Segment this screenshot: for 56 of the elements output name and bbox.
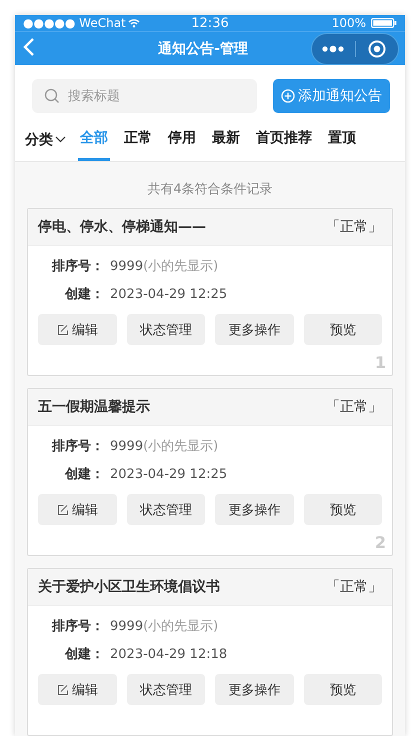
created-time: 2023-04-29 12:18 [110, 646, 228, 662]
action-button[interactable]: 编辑 [38, 674, 116, 705]
field-label: 排序号： [50, 438, 105, 455]
action-button[interactable]: 编辑 [38, 494, 116, 525]
notice-title[interactable]: 停电、停水、停梯通知—— [38, 218, 206, 236]
notice-title[interactable]: 五一假期温馨提示 [38, 398, 150, 416]
sort-value: 9999 [110, 438, 144, 454]
sort-value: 9999 [110, 618, 144, 634]
action-button[interactable]: 状态管理 [126, 494, 205, 525]
battery-percent: 100% [332, 16, 366, 30]
edit-icon [56, 324, 69, 336]
action-button[interactable]: 状态管理 [126, 674, 205, 705]
more-icon[interactable] [322, 44, 344, 53]
clock-time: 12:36 [191, 16, 229, 31]
edit-icon [56, 504, 69, 516]
filter-tab[interactable]: 最新 [210, 118, 242, 161]
field-label: 创建： [64, 466, 105, 483]
carrier-label: ●●●●● WeChat [23, 16, 126, 30]
action-button[interactable]: 预览 [304, 674, 382, 705]
filter-tab[interactable]: 置顶 [326, 118, 358, 161]
record-count: 共有4条符合条件记录 [147, 182, 273, 197]
field-label: 创建： [64, 646, 105, 663]
battery-icon [371, 18, 398, 28]
page-title: 通知公告-管理 [158, 40, 248, 57]
status-label: 「正常」 [326, 218, 382, 236]
action-button[interactable]: 状态管理 [126, 314, 205, 345]
close-icon[interactable] [368, 40, 386, 58]
status-label: 「正常」 [326, 398, 382, 416]
sort-hint: (小的先显示) [143, 438, 218, 455]
search-icon [44, 88, 60, 104]
field-label: 排序号： [50, 258, 105, 275]
edit-icon [56, 684, 69, 696]
field-label: 排序号： [50, 618, 105, 635]
filter-tab[interactable]: 正常 [122, 118, 154, 161]
action-button[interactable]: 预览 [304, 494, 382, 525]
sort-hint: (小的先显示) [143, 618, 218, 635]
created-time: 2023-04-29 12:25 [110, 286, 228, 302]
chevron-down-icon [55, 136, 66, 143]
action-button[interactable]: 更多操作 [215, 494, 294, 525]
action-button[interactable]: 更多操作 [215, 674, 294, 705]
search-field[interactable]: 搜索标题 [32, 79, 257, 113]
sort-hint: (小的先显示) [143, 258, 218, 275]
filter-tab[interactable]: 停用 [166, 118, 198, 161]
sort-value: 9999 [110, 258, 144, 274]
notice-title[interactable]: 关于爱护小区卫生环境倡议书 [38, 578, 220, 596]
field-label: 创建： [64, 286, 105, 303]
action-button[interactable]: 编辑 [38, 314, 116, 345]
back-icon[interactable] [23, 36, 35, 57]
category-dropdown[interactable]: 分类 [25, 118, 66, 161]
filter-tab[interactable]: 首页推荐 [254, 118, 314, 161]
wifi-icon [128, 18, 140, 28]
status-label: 「正常」 [326, 578, 382, 596]
action-button[interactable]: 更多操作 [215, 314, 294, 345]
created-time: 2023-04-29 12:25 [110, 466, 228, 482]
action-button[interactable]: 预览 [304, 314, 382, 345]
plus-icon [281, 89, 295, 103]
